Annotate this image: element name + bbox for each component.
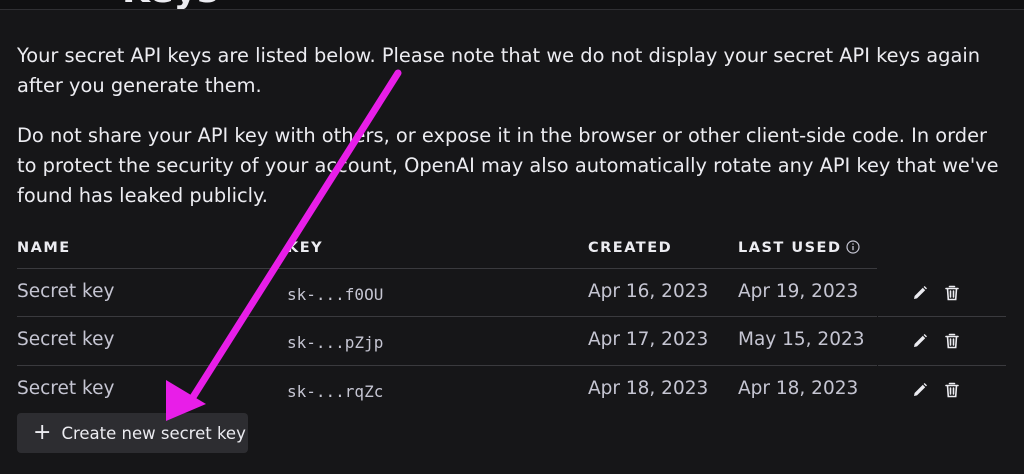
- plus-icon: +: [33, 420, 52, 445]
- trash-icon[interactable]: [942, 331, 962, 351]
- row-divider-actions: [878, 365, 1006, 366]
- row-divider-actions: [878, 316, 1006, 317]
- trash-icon[interactable]: [942, 283, 962, 303]
- row-key: sk-...pZjp: [287, 333, 384, 352]
- row-created: Apr 16, 2023: [588, 281, 709, 302]
- column-header-last-used-label: LAST USED: [738, 240, 842, 256]
- pencil-icon[interactable]: [910, 283, 930, 303]
- create-new-secret-key-button[interactable]: + Create new secret key: [17, 413, 248, 453]
- row-divider: [17, 316, 877, 317]
- row-name: Secret key: [17, 378, 115, 399]
- row-key: sk-...rqZc: [287, 382, 384, 401]
- row-created: Apr 18, 2023: [588, 378, 709, 399]
- column-header-last-used: LAST USED: [738, 240, 860, 256]
- pencil-icon[interactable]: [910, 331, 930, 351]
- row-name: Secret key: [17, 281, 115, 302]
- info-icon[interactable]: [845, 240, 860, 254]
- row-key: sk-...f0OU: [287, 285, 384, 304]
- row-created: Apr 17, 2023: [588, 329, 709, 350]
- row-last-used: May 15, 2023: [738, 329, 865, 350]
- row-divider: [17, 365, 877, 366]
- create-button-label: Create new secret key: [61, 423, 246, 443]
- page-title: Keys: [122, 0, 219, 9]
- row-last-used: Apr 19, 2023: [738, 281, 859, 302]
- row-name: Secret key: [17, 329, 115, 350]
- pencil-icon[interactable]: [910, 380, 930, 400]
- intro-paragraph-2: Do not share your API key with others, o…: [17, 124, 999, 207]
- trash-icon[interactable]: [942, 380, 962, 400]
- column-header-key: KEY: [287, 240, 324, 256]
- row-last-used: Apr 18, 2023: [738, 378, 859, 399]
- column-header-created: CREATED: [588, 240, 673, 256]
- row-divider: [17, 268, 877, 269]
- column-header-name: NAME: [17, 240, 71, 256]
- top-bar: Keys: [0, 0, 1024, 10]
- intro-paragraph-1: Your secret API keys are listed below. P…: [17, 44, 981, 97]
